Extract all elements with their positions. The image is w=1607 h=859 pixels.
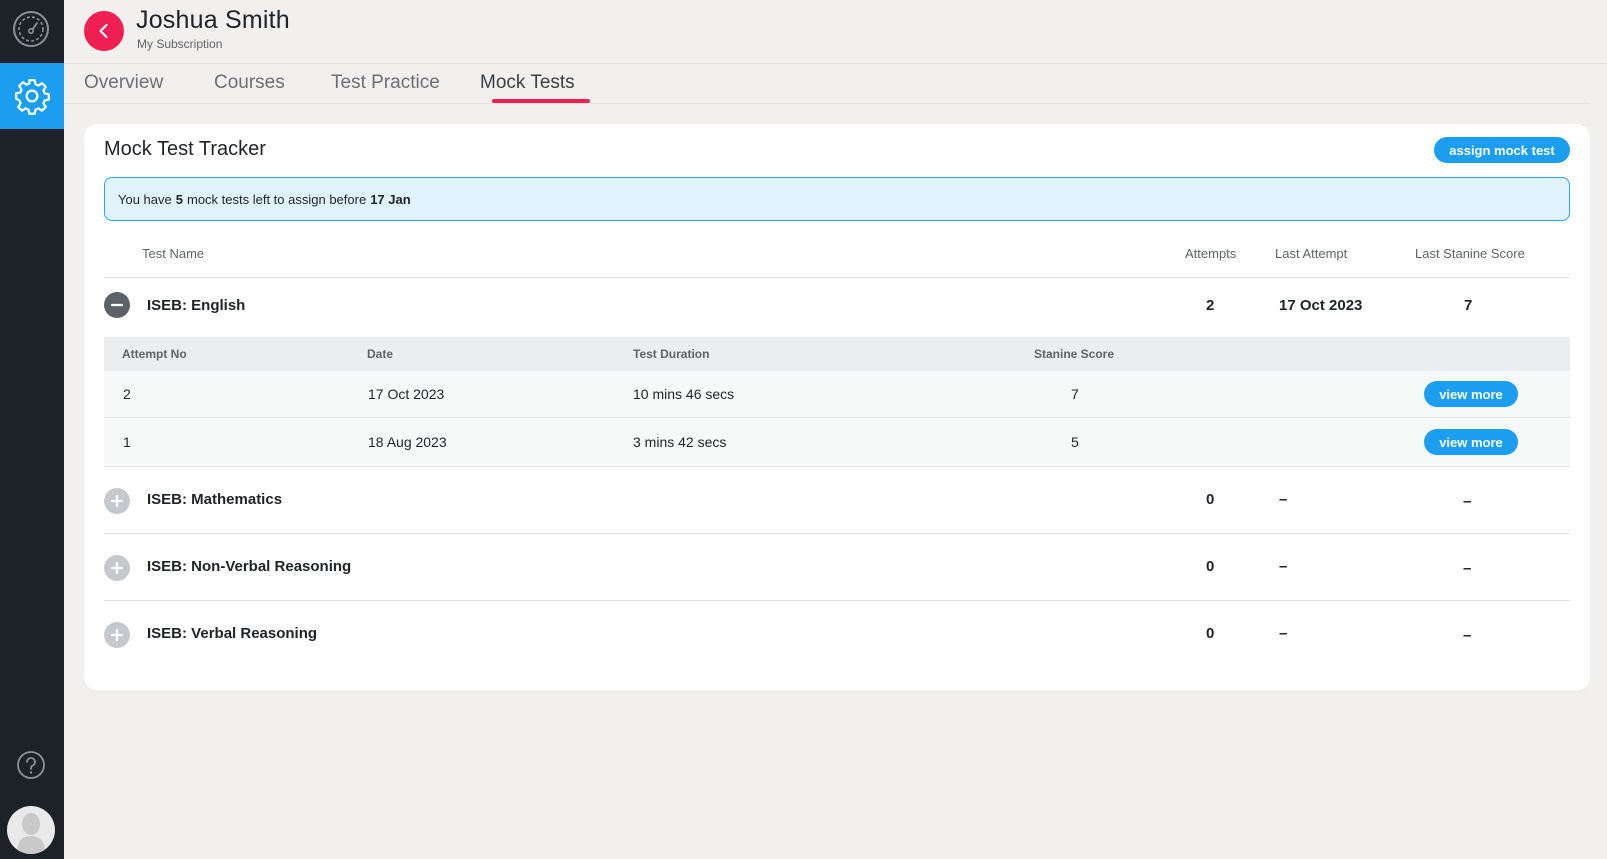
attempts-header: Attempt No Date Test Duration Stanine Sc…: [104, 337, 1570, 371]
col-header-last-stanine-score: Last Stanine Score: [1415, 246, 1525, 261]
minus-icon: [110, 303, 124, 307]
last-stanine-score: 7: [1464, 297, 1473, 314]
attempt-duration: 3 mins 42 secs: [633, 434, 727, 450]
plus-icon: [110, 628, 124, 642]
last-attempt-date: –: [1279, 625, 1288, 642]
attempts-count: 0: [1206, 625, 1215, 642]
speedometer-icon[interactable]: [12, 10, 50, 48]
last-stanine-score: –: [1463, 627, 1472, 644]
test-name-mathematics[interactable]: ISEB: Mathematics: [147, 491, 282, 508]
expand-toggle[interactable]: [104, 555, 130, 581]
col-header-test-name: Test Name: [142, 246, 205, 261]
last-attempt-date: 17 Oct 2023: [1279, 297, 1363, 314]
mock-test-tracker-card: Mock Test Tracker assign mock test You h…: [84, 124, 1590, 691]
attempt-score: 5: [1071, 434, 1079, 450]
tab-courses[interactable]: Courses: [214, 72, 285, 94]
divider: [104, 533, 1570, 534]
page-title: Joshua Smith: [136, 6, 290, 34]
banner-middle: mock tests left to assign before: [186, 191, 367, 207]
help-icon[interactable]: [16, 750, 46, 780]
test-name-english[interactable]: ISEB: English: [147, 297, 245, 314]
divider: [104, 277, 1570, 278]
last-attempt-date: –: [1279, 491, 1288, 508]
col-header-test-duration: Test Duration: [633, 347, 710, 361]
attempt-row: 2 17 Oct 2023 10 mins 46 secs 7 view mor…: [104, 371, 1570, 418]
active-tab-indicator: [492, 99, 590, 103]
col-header-last-attempt: Last Attempt: [1275, 246, 1348, 261]
avatar[interactable]: [7, 806, 55, 854]
attempt-no: 1: [123, 434, 131, 450]
test-name-non-verbal-reasoning[interactable]: ISEB: Non-Verbal Reasoning: [147, 558, 351, 575]
assign-mock-test-button[interactable]: assign mock test: [1434, 137, 1570, 163]
card-title: Mock Test Tracker: [104, 138, 266, 160]
attempt-duration: 10 mins 46 secs: [633, 386, 735, 402]
attempt-date: 17 Oct 2023: [368, 386, 445, 402]
banner-date: 17 Jan: [370, 191, 411, 207]
chevron-left-icon: [99, 23, 108, 39]
col-header-date: Date: [367, 347, 394, 361]
back-button[interactable]: [84, 11, 124, 51]
collapse-toggle[interactable]: [104, 292, 130, 318]
attempts-count: 0: [1206, 491, 1215, 508]
plus-icon: [110, 561, 124, 575]
attempts-count: 2: [1206, 297, 1215, 314]
expand-toggle[interactable]: [104, 488, 130, 514]
sidebar: [0, 0, 64, 859]
attempt-no: 2: [123, 386, 131, 402]
divider: [104, 600, 1570, 601]
test-name-verbal-reasoning[interactable]: ISEB: Verbal Reasoning: [147, 625, 317, 642]
gear-icon[interactable]: [0, 63, 64, 129]
attempt-row: 1 18 Aug 2023 3 mins 42 secs 5 view more: [104, 419, 1570, 466]
divider: [104, 466, 1570, 467]
col-header-stanine-score: Stanine Score: [1034, 347, 1115, 361]
col-header-attempts: Attempts: [1185, 246, 1237, 261]
info-banner: You have 5 mock tests left to assign bef…: [104, 177, 1570, 221]
tab-test-practice[interactable]: Test Practice: [331, 72, 440, 94]
view-more-button[interactable]: view more: [1424, 429, 1518, 455]
page-header: Joshua Smith My Subscription: [64, 0, 1607, 64]
banner-prefix: You have: [118, 191, 172, 207]
attempts-count: 0: [1206, 558, 1215, 575]
last-stanine-score: –: [1463, 560, 1472, 577]
tab-overview[interactable]: Overview: [84, 72, 163, 94]
last-stanine-score: –: [1463, 493, 1472, 510]
tab-mock-tests[interactable]: Mock Tests: [480, 72, 575, 94]
view-more-button[interactable]: view more: [1424, 381, 1518, 407]
banner-count: 5: [175, 191, 183, 207]
page-subtitle: My Subscription: [137, 37, 223, 51]
expand-toggle[interactable]: [104, 622, 130, 648]
plus-icon: [110, 494, 124, 508]
col-header-attempt-no: Attempt No: [122, 347, 187, 361]
attempt-score: 7: [1071, 386, 1079, 402]
tab-bar: Overview Courses Test Practice Mock Test…: [64, 64, 1591, 104]
attempt-date: 18 Aug 2023: [368, 434, 447, 450]
last-attempt-date: –: [1279, 558, 1288, 575]
